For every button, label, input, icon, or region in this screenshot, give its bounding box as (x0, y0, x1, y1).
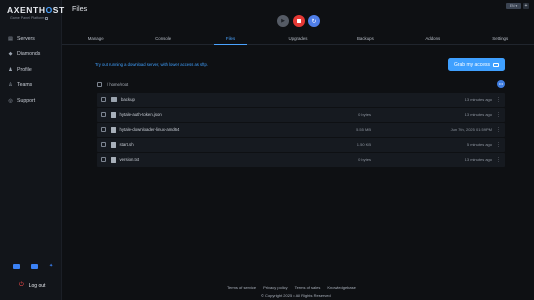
mail-icon[interactable] (31, 264, 38, 269)
more-options-icon[interactable]: ••• (497, 80, 505, 88)
file-row[interactable]: version.txt 0 bytes 13 minutes ago ⋮ (97, 153, 505, 167)
sidebar-item-profile[interactable]: ♟ Profile (7, 62, 59, 78)
sidebar-item-servers[interactable]: ▤ Servers (7, 31, 59, 47)
footer-link-knowledgebase[interactable]: Knowledgebase (327, 285, 355, 290)
key-icon (493, 62, 500, 67)
sidebar-item-label: Diamonds (17, 51, 41, 58)
select-all-checkbox[interactable] (97, 82, 102, 87)
support-icon: ◎ (8, 97, 13, 104)
power-controls: ▶ ↻ (277, 15, 320, 27)
grab-access-button[interactable]: Grab my access (448, 58, 505, 71)
file-size: 0 bytes (358, 157, 371, 163)
sidebar: AXENTHOST Game Panel Platform ▤ Servers … (0, 0, 65, 300)
row-checkbox[interactable] (101, 112, 106, 118)
file-date: 13 minutes ago (464, 157, 492, 163)
stop-button[interactable] (292, 15, 305, 27)
add-button[interactable]: + (523, 3, 529, 9)
file-name[interactable]: version.txt (120, 157, 140, 162)
file-row[interactable]: hytale-auth-token.json 0 bytes 13 minute… (97, 108, 505, 122)
sidebar-item-label: Servers (17, 35, 35, 42)
file-icon (111, 127, 116, 133)
brand-tagline: Game Panel Platform (10, 16, 49, 20)
file-date: 5 minutes ago (466, 142, 492, 148)
tab-console[interactable]: Console (129, 34, 196, 44)
file-icon (111, 112, 116, 118)
discord-icon[interactable] (13, 264, 20, 269)
file-size: 0 bytes (358, 112, 371, 118)
server-tabs: Manage Console Files Upgrades Backups Ad… (62, 34, 534, 45)
file-name[interactable]: hytale-auth-token.json (120, 112, 162, 117)
sidebar-item-teams[interactable]: ♙ Teams (7, 78, 59, 94)
sidebar-item-diamonds[interactable]: ◆ Diamonds (7, 47, 59, 63)
tab-backups[interactable]: Backups (332, 34, 399, 44)
user-icon: ♟ (8, 66, 13, 73)
brand-logo[interactable]: AXENTHOST (7, 5, 65, 15)
footer-links: Terms of service Privacy policy Terms of… (227, 285, 356, 290)
file-icon (111, 157, 116, 163)
restart-button[interactable]: ↻ (308, 15, 320, 27)
folder-icon (111, 97, 117, 103)
footer-link-sales[interactable]: Terms of sales (295, 285, 321, 290)
row-menu-icon[interactable]: ⋮ (496, 97, 501, 103)
file-date: Jun 7th, 2025 01:59PM (450, 127, 492, 133)
server-icon: ▤ (8, 35, 13, 42)
language-selector[interactable]: EN ▾ (506, 3, 521, 9)
tab-files[interactable]: Files (197, 34, 264, 45)
page-title: Files (72, 4, 88, 13)
footer-link-privacy[interactable]: Privacy policy (263, 285, 287, 290)
diamond-icon: ◆ (8, 51, 13, 58)
tab-manage[interactable]: Manage (62, 34, 129, 44)
sidebar-item-label: Teams (17, 82, 33, 89)
file-row[interactable]: backup 13 minutes ago ⋮ (97, 93, 505, 107)
stop-icon (296, 19, 301, 23)
users-icon: ♙ (8, 82, 13, 89)
restart-icon: ↻ (311, 18, 317, 25)
row-menu-icon[interactable]: ⋮ (496, 112, 501, 118)
footer-link-terms[interactable]: Terms of service (227, 285, 256, 290)
file-size: 5.55 MB (356, 127, 371, 133)
external-link-icon (45, 16, 49, 20)
file-date: 13 minutes ago (464, 112, 492, 118)
row-checkbox[interactable] (101, 97, 106, 103)
header-actions: EN ▾ + (506, 3, 529, 9)
social-links: ✦ (13, 264, 56, 269)
tab-settings[interactable]: Settings (467, 34, 534, 44)
file-list: backup 13 minutes ago ⋮ hytale-auth-toke… (97, 93, 505, 168)
row-menu-icon[interactable]: ⋮ (496, 127, 501, 133)
tab-addons[interactable]: Addons (399, 34, 466, 44)
file-name[interactable]: hytale-downloader-linux-amd64 (120, 127, 180, 132)
logout-button[interactable]: ⏻ Log out (19, 282, 45, 289)
file-name[interactable]: start.sh (120, 142, 134, 147)
file-name[interactable]: backup (121, 97, 135, 102)
file-row[interactable]: start.sh 1.50 KB 5 minutes ago ⋮ (97, 138, 505, 152)
row-checkbox[interactable] (101, 142, 106, 148)
row-checkbox[interactable] (101, 127, 106, 133)
copyright: © Copyright 2025 • All Rights Reserved (261, 293, 331, 298)
row-menu-icon[interactable]: ⋮ (496, 142, 501, 148)
row-checkbox[interactable] (101, 157, 106, 163)
sidebar-item-label: Support (17, 97, 36, 104)
file-row[interactable]: hytale-downloader-linux-amd64 5.55 MB Ju… (97, 123, 505, 137)
file-date: 13 minutes ago (464, 97, 492, 103)
file-icon (111, 142, 116, 148)
file-size: 1.50 KB (356, 142, 371, 148)
row-menu-icon[interactable]: ⋮ (496, 157, 501, 163)
twitter-icon[interactable]: ✦ (49, 264, 56, 269)
sidebar-nav: ▤ Servers ◆ Diamonds ♟ Profile ♙ Teams ◎… (7, 31, 59, 109)
file-list-header: / home/root ••• (97, 80, 505, 89)
start-button[interactable]: ▶ (277, 15, 289, 27)
logout-icon: ⏻ (19, 282, 24, 288)
play-icon: ▶ (281, 18, 285, 24)
sidebar-item-support[interactable]: ◎ Support (7, 93, 59, 109)
tab-upgrades[interactable]: Upgrades (264, 34, 331, 44)
sidebar-item-label: Profile (17, 66, 32, 73)
breadcrumb: / home/root (107, 82, 129, 87)
sftp-banner-text[interactable]: Try out running a download server, with … (95, 62, 208, 67)
